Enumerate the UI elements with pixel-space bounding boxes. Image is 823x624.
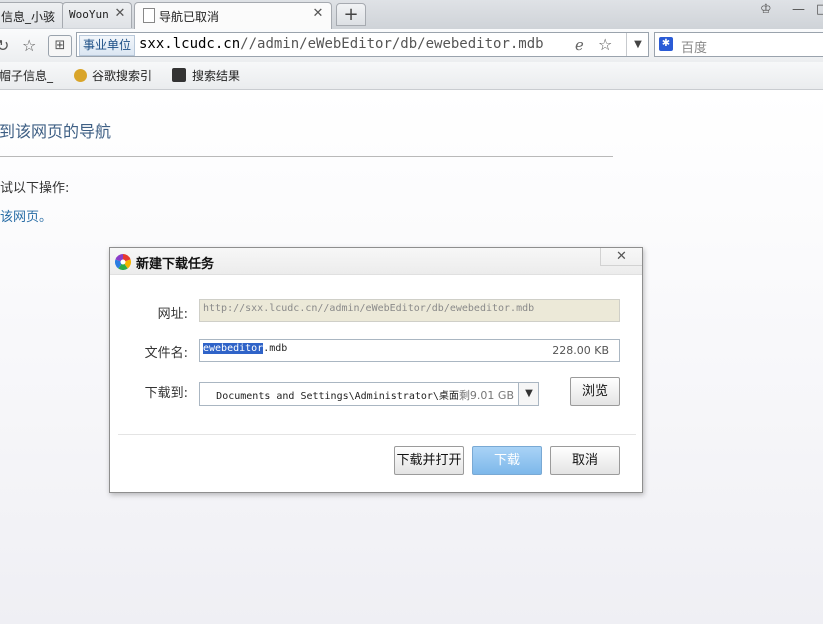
grid-view-icon[interactable]: ⊞	[48, 35, 72, 57]
maximize-icon[interactable]: □	[816, 2, 823, 17]
close-icon[interactable]: ✕	[600, 248, 642, 266]
filename-label: 文件名:	[144, 346, 188, 361]
cancel-button[interactable]: 取消	[550, 446, 620, 475]
file-size: 228.00 KB	[552, 344, 609, 357]
url-label: 网址:	[157, 307, 188, 322]
search-result-bookmark-icon	[172, 68, 186, 82]
free-space: 剩9.01 GB	[458, 389, 514, 402]
saveto-path-field[interactable]: Documents and Settings\Administrator\桌面剩…	[199, 382, 539, 406]
new-tab-button[interactable]: +	[336, 3, 366, 26]
tab-label: WooYun	[69, 8, 109, 21]
tab-xiaohai[interactable]: 信息_小骇	[0, 2, 64, 28]
new-download-dialog: 新建下载任务 ✕ 网址: http://sxx.lcudc.cn//admin/…	[109, 247, 643, 493]
url-host: sxx.lcudc.cn	[139, 36, 241, 52]
tab-bar: 信息_小骇 WooYun ✕ 导航已取消 ✕ + ♔ — □	[0, 0, 823, 30]
saveto-path-text: Documents and Settings\Administrator\桌面剩…	[216, 387, 514, 403]
skin-icon[interactable]: ♔	[760, 2, 772, 17]
tab-label: 导航已取消	[159, 10, 220, 24]
saveto-path-viewport: Documents and Settings\Administrator\桌面剩…	[200, 383, 518, 405]
favorite-star-icon[interactable]: ☆	[22, 36, 36, 55]
minimize-icon[interactable]: —	[792, 2, 805, 17]
bookmark-item[interactable]: 帽子信息_	[0, 67, 53, 84]
close-tab-icon[interactable]: ✕	[311, 7, 325, 21]
filename-field[interactable]: ewebeditor.mdb 228.00 KB	[199, 339, 620, 362]
navigation-bar: ↻ ☆ ⊞ 事业单位 sxx.lcudc.cn//admin/eWebEdito…	[0, 29, 823, 63]
browse-button[interactable]: 浏览	[570, 377, 620, 406]
suggestion-link[interactable]: 该网页。	[0, 206, 52, 225]
url-text[interactable]: sxx.lcudc.cn//admin/eWebEditor/db/ewebed…	[139, 36, 544, 52]
bookmark-item[interactable]: 搜索结果	[192, 67, 240, 84]
saveto-label: 下载到:	[144, 386, 188, 401]
url-dropdown-icon[interactable]: ▼	[626, 33, 649, 56]
dialog-title: 新建下载任务	[136, 257, 215, 272]
page-icon	[143, 8, 155, 23]
bookmark-star-icon[interactable]: ☆	[598, 35, 612, 54]
url-value: http://sxx.lcudc.cn//admin/eWebEditor/db…	[203, 303, 535, 314]
dialog-divider	[118, 434, 636, 435]
suggestion-heading: 试以下操作:	[0, 181, 70, 196]
site-category-tag[interactable]: 事业单位	[79, 35, 136, 56]
google-bookmark-icon	[74, 69, 87, 82]
url-path: //admin/eWebEditor/db/ewebeditor.mdb	[240, 36, 544, 52]
close-tab-icon[interactable]: ✕	[113, 7, 127, 21]
chevron-down-icon[interactable]: ▼	[518, 383, 538, 405]
tab-label: 信息_小骇	[1, 10, 56, 24]
divider	[0, 156, 613, 157]
search-box[interactable]: ✱ 百度	[654, 32, 823, 57]
download-button[interactable]: 下载	[472, 446, 542, 475]
refresh-icon[interactable]: ↻	[0, 36, 9, 55]
tab-navigation-cancelled[interactable]: 导航已取消 ✕	[134, 2, 332, 29]
saveto-path: Documents and Settings\Administrator\桌面	[216, 391, 459, 402]
bookmark-item[interactable]: 谷歌搜索引	[92, 67, 152, 84]
filename-extension: .mdb	[263, 343, 288, 354]
dialog-header: 新建下载任务 ✕	[110, 248, 642, 275]
url-field: http://sxx.lcudc.cn//admin/eWebEditor/db…	[199, 299, 620, 322]
error-title: 到该网页的导航	[0, 122, 112, 141]
filename-selected-text: ewebeditor	[203, 343, 264, 354]
tab-wooyun[interactable]: WooYun ✕	[62, 2, 132, 28]
filename-value[interactable]: ewebeditor.mdb	[203, 343, 287, 354]
baidu-paw-icon[interactable]: ✱	[659, 37, 673, 51]
address-bar[interactable]: 事业单位 sxx.lcudc.cn//admin/eWebEditor/db/e…	[76, 32, 649, 57]
search-placeholder: 百度	[681, 41, 708, 56]
download-app-logo-icon	[115, 254, 131, 270]
ie-compat-icon[interactable]: ℯ	[575, 36, 584, 54]
download-and-open-button[interactable]: 下载并打开	[394, 446, 464, 475]
bookmarks-bar: 帽子信息_ 谷歌搜索引 搜索结果	[0, 62, 823, 90]
